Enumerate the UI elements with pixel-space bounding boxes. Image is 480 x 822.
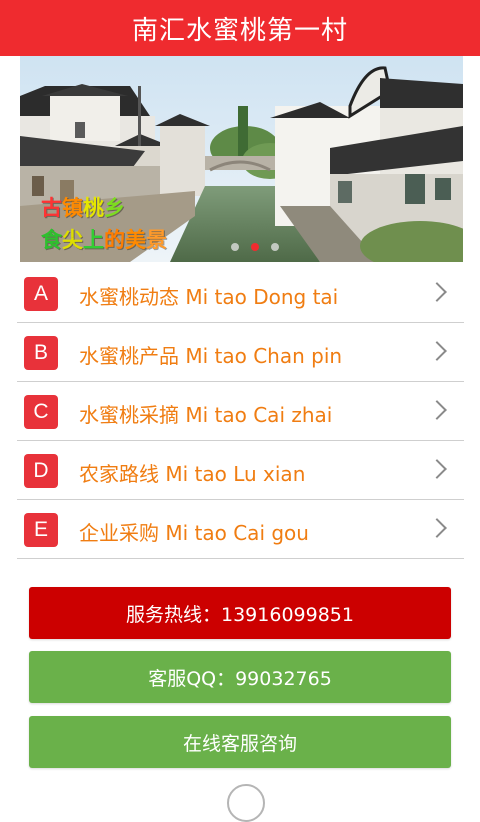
menu-item-label: 水蜜桃动态 Mi tao Dong tai [79,285,339,309]
caption-line-1-char: 桃 [83,196,104,220]
arrow-up-icon[interactable] [227,784,265,822]
qq-button[interactable]: 客服QQ：99032765 [29,651,451,703]
caption-line-2-char: 食 [41,228,62,252]
menu-item-label: 企业采购 Mi tao Cai gou [79,521,309,545]
menu-item-routes[interactable]: D 农家路线 Mi tao Lu xian [17,441,464,500]
carousel-dot[interactable] [251,243,259,251]
menu-item-products[interactable]: B 水蜜桃产品 Mi tao Chan pin [17,323,464,382]
chevron-right-icon [427,518,447,538]
page-title: 南汇水蜜桃第一村 [131,15,348,46]
letter-badge-d: D [24,454,58,488]
caption-line-2-char: 的 [104,228,125,252]
menu-item-picking[interactable]: C 水蜜桃采摘 Mi tao Cai zhai [17,382,464,441]
letter-badge-e: E [24,513,58,547]
chevron-right-icon [427,282,447,302]
letter-badge-a: A [24,277,58,311]
banner-caption-line-2: 食尖上的美景 [41,224,167,254]
letter-badge-c: C [24,395,58,429]
nav-menu: A 水蜜桃动态 Mi tao Dong tai B 水蜜桃产品 Mi tao C… [17,264,464,559]
banner-caption-line-1: 古镇桃乡 [41,192,125,222]
online-service-button[interactable]: 在线客服咨询 [29,716,451,768]
app-header: 南汇水蜜桃第一村 [0,0,480,56]
menu-item-purchasing[interactable]: E 企业采购 Mi tao Cai gou [17,500,464,559]
menu-item-label: 农家路线 Mi tao Lu xian [79,462,306,486]
chevron-right-icon [427,459,447,479]
carousel-dot[interactable] [271,243,279,251]
hotline-button[interactable]: 服务热线：13916099851 [29,587,451,639]
carousel-dots[interactable] [231,243,279,251]
caption-line-2-char: 尖 [62,228,83,252]
caption-line-1-char: 古 [41,196,62,220]
caption-line-1-char: 镇 [62,196,83,220]
caption-line-2-char: 上 [83,228,104,252]
menu-item-label: 水蜜桃产品 Mi tao Chan pin [79,344,343,368]
chevron-right-icon [427,341,447,361]
chevron-right-icon [427,400,447,420]
banner-carousel[interactable]: 古镇桃乡 食尖上的美景 [20,56,463,262]
caption-line-2-char: 美 [125,228,146,252]
letter-badge-b: B [24,336,58,370]
caption-line-2-char: 景 [146,228,167,252]
menu-item-news[interactable]: A 水蜜桃动态 Mi tao Dong tai [17,264,464,323]
carousel-dot[interactable] [231,243,239,251]
caption-line-1-char: 乡 [104,196,125,220]
menu-item-label: 水蜜桃采摘 Mi tao Cai zhai [79,403,333,427]
